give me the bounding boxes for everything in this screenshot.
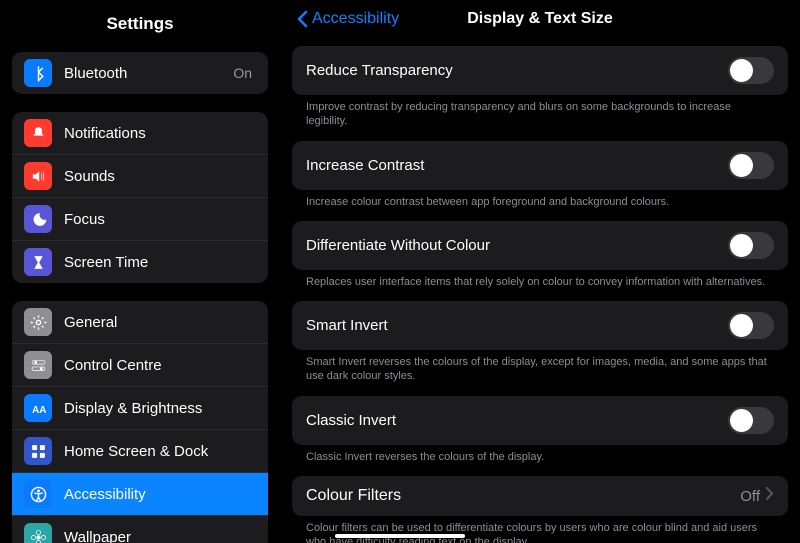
moon-icon (24, 205, 52, 233)
sidebar-item-value: On (233, 65, 252, 81)
sidebar-item-label: Control Centre (64, 357, 256, 374)
toggle-switch[interactable] (728, 312, 774, 339)
sidebar-group: Notifications Sounds Focus Screen Time (12, 112, 268, 283)
main-content: Reduce Transparency Improve contrast by r… (280, 38, 800, 543)
setting-title: Classic Invert (306, 412, 396, 429)
toggle-switch[interactable] (728, 57, 774, 84)
sidebar-item-accessibility[interactable]: Accessibility (12, 473, 268, 516)
svg-text:AA: AA (32, 404, 46, 415)
hourglass-icon (24, 248, 52, 276)
setting-title: Differentiate Without Colour (306, 237, 490, 254)
grid-icon (24, 437, 52, 465)
sidebar-item-sounds[interactable]: Sounds (12, 155, 268, 198)
setting-title: Smart Invert (306, 317, 388, 334)
back-label: Accessibility (312, 10, 399, 28)
main-panel: Accessibility Display & Text Size Reduce… (280, 0, 800, 543)
bluetooth-icon (24, 59, 52, 87)
bell-icon (24, 119, 52, 147)
setting-row-smart-invert: Smart Invert (292, 301, 788, 350)
sidebar-item-home-screen-dock[interactable]: Home Screen & Dock (12, 430, 268, 473)
aa-icon: AA (24, 394, 52, 422)
sidebar-item-label: Home Screen & Dock (64, 443, 256, 460)
sidebar-group: General Control Centre AA Display & Brightn… (12, 301, 268, 543)
setting-description: Smart Invert reverses the colours of the… (292, 350, 788, 388)
setting-title: Increase Contrast (306, 157, 424, 174)
link-row-colour-filters[interactable]: Colour Filters Off (292, 476, 788, 516)
sidebar-item-notifications[interactable]: Notifications (12, 112, 268, 155)
sidebar-item-label: Sounds (64, 168, 256, 185)
page-title: Display & Text Size (467, 10, 613, 28)
toggle-switch[interactable] (728, 232, 774, 259)
setting-row-classic-invert: Classic Invert (292, 396, 788, 445)
setting-description: Classic Invert reverses the colours of t… (292, 445, 788, 468)
sidebar-item-bluetooth[interactable]: BluetoothOn (12, 52, 268, 94)
setting-description: Colour filters can be used to differenti… (292, 516, 788, 543)
back-button[interactable]: Accessibility (296, 10, 399, 28)
home-indicator[interactable] (335, 534, 465, 538)
gear-icon (24, 308, 52, 336)
accessibility-icon (24, 480, 52, 508)
sidebar-item-label: Display & Brightness (64, 400, 256, 417)
setting-value: Off (740, 488, 760, 505)
chevron-right-icon (766, 487, 774, 505)
settings-sidebar: Settings BluetoothOn Notifications Sounds F… (0, 0, 280, 543)
setting-row-differentiate-without-colour: Differentiate Without Colour (292, 221, 788, 270)
sidebar-group: BluetoothOn (12, 52, 268, 94)
setting-description: Improve contrast by reducing transparenc… (292, 95, 788, 133)
switches-icon (24, 351, 52, 379)
sidebar-item-general[interactable]: General (12, 301, 268, 344)
toggle-switch[interactable] (728, 152, 774, 179)
sidebar-item-label: Focus (64, 211, 256, 228)
setting-row-increase-contrast: Increase Contrast (292, 141, 788, 190)
setting-row-reduce-transparency: Reduce Transparency (292, 46, 788, 95)
sidebar-item-label: General (64, 314, 256, 331)
flower-icon (24, 523, 52, 543)
sidebar-item-control-centre[interactable]: Control Centre (12, 344, 268, 387)
sidebar-title: Settings (0, 8, 280, 46)
setting-title: Reduce Transparency (306, 62, 453, 79)
sidebar-item-wallpaper[interactable]: Wallpaper (12, 516, 268, 543)
sidebar-item-label: Screen Time (64, 254, 256, 271)
setting-description: Replaces user interface items that rely … (292, 270, 788, 293)
sidebar-item-label: Bluetooth (64, 65, 233, 82)
toggle-switch[interactable] (728, 407, 774, 434)
sidebar-item-label: Accessibility (64, 486, 256, 503)
main-header: Accessibility Display & Text Size (280, 0, 800, 38)
sidebar-item-label: Notifications (64, 125, 256, 142)
sidebar-item-focus[interactable]: Focus (12, 198, 268, 241)
chevron-left-icon (296, 10, 308, 28)
sidebar-item-label: Wallpaper (64, 529, 256, 543)
sidebar-item-display-brightness[interactable]: AA Display & Brightness (12, 387, 268, 430)
setting-title: Colour Filters (306, 487, 401, 505)
setting-description: Increase colour contrast between app for… (292, 190, 788, 213)
sidebar-item-screen-time[interactable]: Screen Time (12, 241, 268, 283)
speaker-icon (24, 162, 52, 190)
